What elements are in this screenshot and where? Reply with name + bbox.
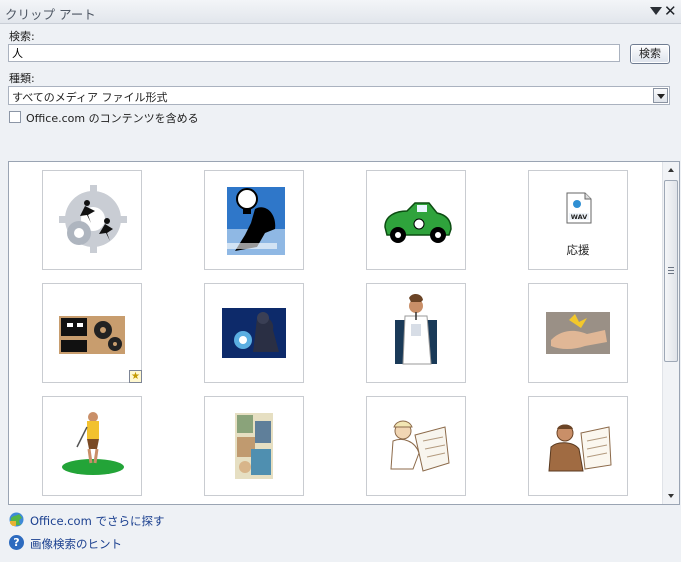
clip-thumbnail[interactable]: WAV 応援 xyxy=(528,170,628,270)
engineer-plans-image xyxy=(390,420,450,472)
pane-options-icon[interactable] xyxy=(650,7,662,15)
clip-thumbnail[interactable] xyxy=(528,396,628,496)
idea-bulb-image xyxy=(227,187,285,255)
gears-people-image xyxy=(59,185,127,253)
type-label: 種類: xyxy=(9,72,35,85)
clip-thumbnail[interactable]: ★ xyxy=(42,283,142,383)
clip-caption: 応援 xyxy=(566,243,590,257)
task-pane-titlebar: クリップ アート ✕ xyxy=(0,0,681,24)
chevron-up-icon xyxy=(668,168,674,172)
include-office-checkbox[interactable] xyxy=(9,111,21,123)
scroll-up-button[interactable] xyxy=(663,162,679,178)
doctor-image xyxy=(395,294,437,365)
clip-thumbnail[interactable] xyxy=(42,396,142,496)
include-office-label: Office.com のコンテンツを含める xyxy=(26,112,199,125)
media-type-select[interactable]: すべてのメディア ファイル形式 xyxy=(8,86,670,105)
search-input[interactable] xyxy=(8,44,620,62)
golfer-image xyxy=(62,412,124,475)
clip-thumbnail[interactable] xyxy=(42,170,142,270)
search-button[interactable]: 検索 xyxy=(630,44,670,64)
clip-thumbnail[interactable] xyxy=(366,170,466,270)
businessman-image xyxy=(548,424,612,472)
clip-thumbnail[interactable] xyxy=(204,283,304,383)
collage-image xyxy=(235,413,273,479)
help-icon: ? xyxy=(9,535,24,550)
green-car-image xyxy=(384,202,452,243)
grip-icon xyxy=(668,267,674,274)
chevron-down-icon xyxy=(657,94,665,99)
dropdown-button[interactable] xyxy=(653,88,668,103)
search-hints-text: 画像検索のヒント xyxy=(30,537,122,551)
welder-image xyxy=(222,308,286,358)
clip-thumbnail[interactable] xyxy=(366,283,466,383)
chevron-down-icon xyxy=(668,494,674,498)
close-icon[interactable]: ✕ xyxy=(664,2,677,20)
scrollbar-thumb[interactable] xyxy=(664,180,678,362)
file-type-text: WAV xyxy=(571,213,588,221)
handshake-image xyxy=(546,312,610,354)
clip-thumbnail[interactable] xyxy=(204,396,304,496)
star-icon: ★ xyxy=(129,370,142,383)
search-label: 検索: xyxy=(9,30,35,43)
pane-title: クリップ アート xyxy=(5,7,96,22)
clip-thumbnail[interactable] xyxy=(366,396,466,496)
office-globe-icon xyxy=(9,512,24,527)
clip-thumbnail[interactable] xyxy=(528,283,628,383)
results-scrollbar[interactable] xyxy=(662,162,679,504)
media-type-value: すべてのメディア ファイル形式 xyxy=(12,91,168,104)
clip-thumbnail[interactable] xyxy=(204,170,304,270)
results-grid: WAV 応援 ★ xyxy=(8,161,680,505)
scroll-down-button[interactable] xyxy=(663,488,679,504)
find-more-text: Office.com でさらに探す xyxy=(30,514,165,528)
gears-chart-image xyxy=(59,316,125,354)
